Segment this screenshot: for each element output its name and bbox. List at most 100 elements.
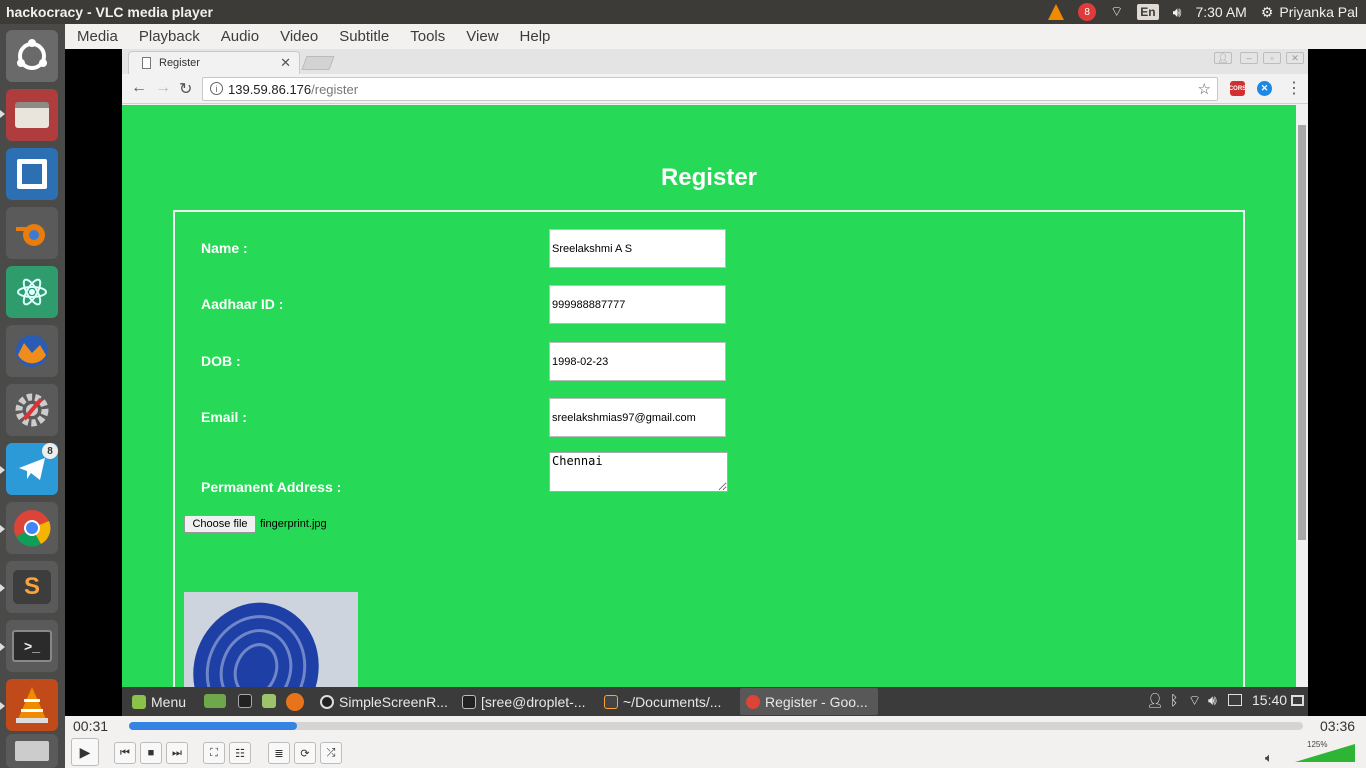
- vlc-controls: 00:31 03:36 ▶ ⏮ ■ ⏭ ⛶ ☷ ≣ ⟳ ⤮ 🔈︎ 125%: [65, 716, 1366, 768]
- chrome-menu-icon[interactable]: ⋮: [1286, 78, 1302, 98]
- files-launcher-icon[interactable]: [262, 694, 276, 708]
- task-label: ~/Documents/...: [623, 693, 722, 710]
- task-terminal[interactable]: [sree@droplet-...: [456, 688, 591, 715]
- clock[interactable]: 7:30 AM: [1195, 4, 1246, 20]
- menu-media[interactable]: Media: [65, 28, 127, 45]
- keyboard-layout[interactable]: En: [1137, 4, 1159, 20]
- mint-menu-button[interactable]: Menu: [126, 688, 192, 715]
- recorder-icon: [320, 694, 334, 709]
- user-tray-icon[interactable]: 👤︎: [1146, 692, 1164, 709]
- loop-button[interactable]: ⟳: [294, 742, 316, 764]
- close-window-button[interactable]: ✕: [1286, 52, 1304, 64]
- menu-playback[interactable]: Playback: [127, 28, 209, 45]
- firefox-icon[interactable]: [6, 325, 58, 377]
- launcher: 8 S >_: [0, 24, 65, 768]
- menu-video[interactable]: Video: [268, 28, 327, 45]
- address-field[interactable]: Chennai: [549, 452, 728, 492]
- wifi-icon[interactable]: ⌔: [1110, 3, 1123, 21]
- toolbar: ← → ↻ i 139.59.86.176/register ☆ CORS ✕ …: [122, 74, 1308, 104]
- app-icon-frame[interactable]: [6, 148, 58, 200]
- show-desktop-icon[interactable]: [204, 694, 226, 708]
- play-button[interactable]: ▶: [71, 738, 99, 766]
- next-button[interactable]: ⏭: [166, 742, 188, 764]
- chrome-task-icon: [746, 694, 760, 709]
- telegram-icon[interactable]: 8: [6, 443, 58, 495]
- settings-gear-icon[interactable]: ⚙: [1261, 4, 1274, 21]
- playlist-button[interactable]: ≣: [268, 742, 290, 764]
- elapsed-time: 00:31: [73, 718, 109, 734]
- dob-field[interactable]: [549, 342, 726, 381]
- terminal-icon[interactable]: >_: [6, 620, 58, 672]
- email-field[interactable]: [549, 398, 726, 437]
- scrollbar-thumb[interactable]: [1298, 125, 1306, 540]
- forward-icon[interactable]: →: [155, 79, 171, 97]
- menu-subtitle[interactable]: Subtitle: [327, 28, 398, 45]
- vlc-launcher-icon[interactable]: [6, 679, 58, 731]
- volume-icon[interactable]: 🔊︎: [1173, 4, 1182, 21]
- indicators: 8 ⌔ En 🔊︎ 7:30 AM ⚙ Priyanka Pal: [1048, 0, 1358, 24]
- volume-slider[interactable]: 125%: [1275, 740, 1355, 764]
- running-indicator: [0, 525, 5, 533]
- blender-icon[interactable]: [6, 207, 58, 259]
- volume-fill: [1295, 744, 1355, 762]
- firefox-launcher-icon[interactable]: [286, 693, 304, 711]
- task-documents[interactable]: ~/Documents/...: [598, 688, 727, 715]
- minimize-button[interactable]: –: [1240, 52, 1258, 64]
- menu-help[interactable]: Help: [508, 28, 560, 45]
- task-register-chrome[interactable]: Register - Goo...: [740, 688, 878, 715]
- sublime-text-icon[interactable]: S: [6, 561, 58, 613]
- choose-file-button[interactable]: Choose file: [184, 515, 256, 533]
- menu-view[interactable]: View: [454, 28, 507, 45]
- tab-strip: Register ✕ 👤︎ – ▫ ✕: [122, 49, 1308, 74]
- name-field[interactable]: [549, 229, 726, 268]
- previous-button[interactable]: ⏮: [114, 742, 136, 764]
- bluetooth-icon[interactable]: ᛒ: [1170, 692, 1178, 708]
- back-icon[interactable]: ←: [131, 79, 147, 97]
- sublime-task-icon: [604, 694, 618, 709]
- vlc-tray-icon[interactable]: [1048, 4, 1065, 20]
- terminal-launcher-icon[interactable]: [238, 694, 252, 708]
- address-bar[interactable]: i 139.59.86.176/register ☆: [202, 77, 1218, 101]
- new-tab-button[interactable]: [301, 56, 335, 70]
- seek-bar[interactable]: [129, 722, 1303, 730]
- atom-icon[interactable]: [6, 266, 58, 318]
- network-icon[interactable]: ⌔: [1188, 692, 1201, 710]
- page-scrollbar[interactable]: [1296, 105, 1308, 687]
- taskbar-clock[interactable]: 15:40: [1252, 692, 1287, 708]
- task-simplescreenrecorder[interactable]: SimpleScreenR...: [314, 688, 454, 715]
- bookmark-star-icon[interactable]: ☆: [1198, 80, 1211, 98]
- mute-icon[interactable]: 🔈︎: [1265, 750, 1273, 766]
- workspace-icon[interactable]: [1291, 695, 1304, 706]
- cors-extension-icon[interactable]: CORS: [1229, 81, 1246, 96]
- running-indicator: [0, 110, 5, 118]
- file-manager-icon[interactable]: [6, 89, 58, 141]
- register-page: Register Name : Aadhaar ID : DOB : Email…: [122, 105, 1296, 687]
- trash-icon[interactable]: [6, 734, 58, 768]
- email-label: Email :: [201, 409, 247, 425]
- fullscreen-button[interactable]: ⛶: [203, 742, 225, 764]
- tab-close-icon[interactable]: ✕: [280, 55, 291, 71]
- ubuntu-dash-icon[interactable]: [6, 30, 58, 82]
- window-title: hackocracy - VLC media player: [6, 4, 213, 20]
- info-icon[interactable]: i: [210, 82, 223, 95]
- battery-icon[interactable]: [1228, 694, 1242, 706]
- chrome-icon[interactable]: [6, 502, 58, 554]
- dob-label: DOB :: [201, 353, 241, 369]
- stop-button[interactable]: ■: [140, 742, 162, 764]
- extended-settings-button[interactable]: ☷: [229, 742, 251, 764]
- register-form: Name : Aadhaar ID : DOB : Email : Perman…: [173, 210, 1245, 687]
- menu-audio[interactable]: Audio: [209, 28, 268, 45]
- notification-badge[interactable]: 8: [1078, 3, 1097, 21]
- shuffle-button[interactable]: ⤮: [320, 742, 342, 764]
- user-name[interactable]: Priyanka Pal: [1279, 4, 1358, 20]
- menu-tools[interactable]: Tools: [398, 28, 454, 45]
- maximize-button[interactable]: ▫: [1263, 52, 1281, 64]
- tab-register[interactable]: Register ✕: [128, 51, 300, 74]
- system-settings-icon[interactable]: [6, 384, 58, 436]
- extension-icon[interactable]: ✕: [1257, 81, 1272, 96]
- profile-icon[interactable]: 👤︎: [1214, 52, 1232, 64]
- telegram-badge: 8: [42, 443, 58, 459]
- sound-tray-icon[interactable]: 🔊︎: [1208, 692, 1217, 709]
- reload-icon[interactable]: ↻: [179, 79, 192, 99]
- aadhaar-field[interactable]: [549, 285, 726, 324]
